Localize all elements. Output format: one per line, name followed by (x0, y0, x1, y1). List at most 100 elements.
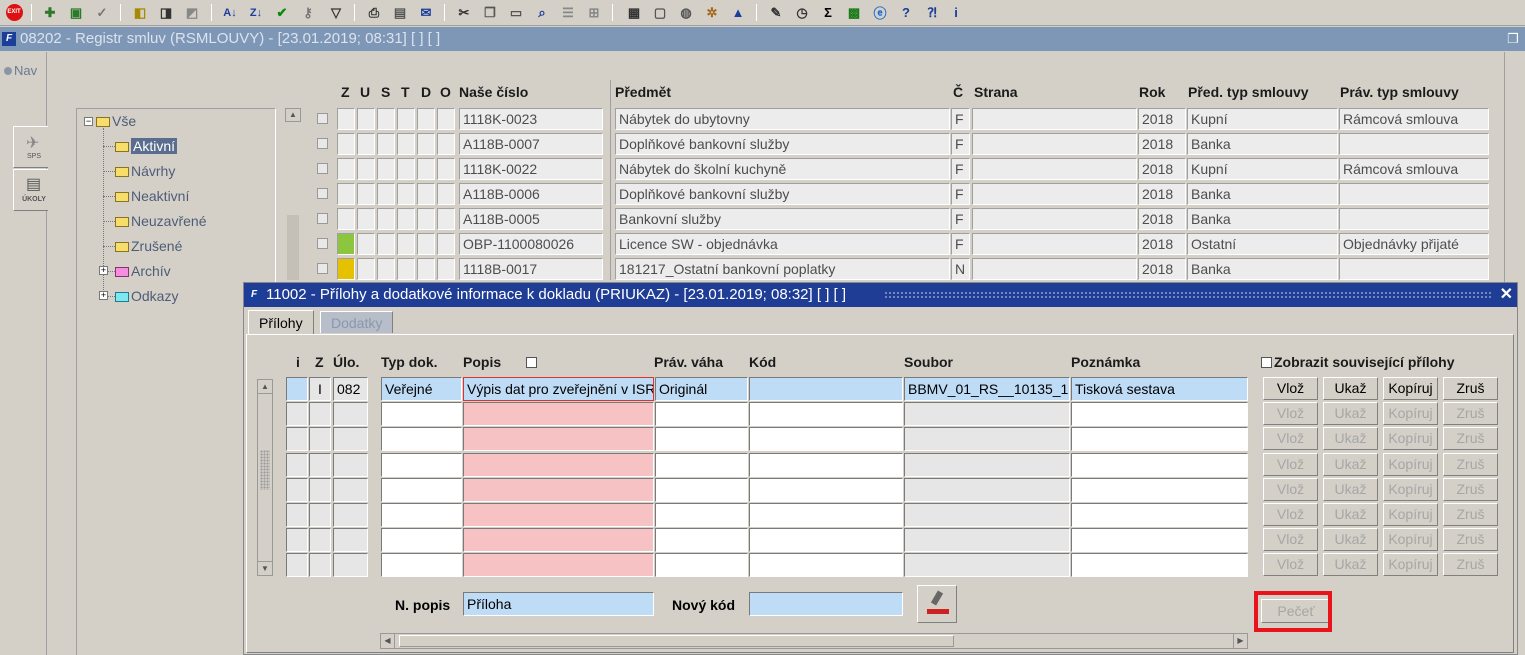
copy-button[interactable]: Kopíruj (1383, 402, 1438, 425)
show-button[interactable]: Ukaž (1323, 377, 1378, 400)
cell-pred-typ[interactable]: Banka (1187, 133, 1338, 155)
tree-item-aktivni[interactable]: Aktivní (115, 136, 178, 156)
cell-ulo[interactable] (333, 553, 368, 577)
cancel-button[interactable]: Zruš (1443, 402, 1498, 425)
scroll-right-icon[interactable]: ▶ (1233, 634, 1247, 648)
cell-kod[interactable] (749, 553, 903, 577)
cell-i[interactable] (286, 503, 308, 527)
info-icon[interactable]: i (946, 3, 966, 22)
cut-icon[interactable]: ✂ (454, 3, 474, 22)
cell-soubor[interactable]: BBMV_01_RS__10135_1 (904, 377, 1070, 401)
copy-button[interactable]: Kopíruj (1383, 503, 1438, 526)
collapse-icon[interactable]: − (84, 117, 93, 126)
cell-popis[interactable] (463, 402, 654, 426)
warning-icon[interactable]: ▲ (728, 3, 748, 22)
row-select-checkbox[interactable] (317, 188, 328, 199)
close-icon[interactable]: ✕ (1500, 283, 1513, 307)
cancel-button[interactable]: Zruš (1443, 453, 1498, 476)
cell-typ-dok[interactable] (381, 478, 462, 502)
help-icon[interactable]: ? (896, 3, 916, 22)
insert-button[interactable]: Vlož (1263, 453, 1318, 476)
scroll-thumb[interactable] (399, 635, 954, 647)
query-clear-icon[interactable]: ◩ (182, 3, 202, 22)
cell-kod[interactable] (749, 402, 903, 426)
cell-z[interactable]: I (309, 377, 331, 401)
exit-icon[interactable]: EXIT (4, 3, 24, 22)
scroll-left-icon[interactable]: ◀ (381, 634, 395, 648)
edit-icon[interactable]: ✎ (766, 3, 786, 22)
cell-ulo[interactable] (333, 478, 368, 502)
find-icon[interactable]: ⌕ (532, 3, 552, 22)
cell-pred-typ[interactable]: Banka (1187, 183, 1338, 205)
cell-rok[interactable]: 2018 (1138, 233, 1186, 255)
copy-button[interactable]: Kopíruj (1383, 553, 1438, 576)
print-preview-icon[interactable]: ▤ (390, 3, 410, 22)
cell-soubor[interactable] (904, 453, 1070, 477)
row-select-checkbox[interactable] (317, 238, 328, 249)
cell-popis[interactable] (463, 528, 654, 552)
cell-prav-typ[interactable] (1339, 208, 1489, 230)
cell-typ-dok[interactable] (381, 503, 462, 527)
cell-z[interactable] (309, 503, 331, 527)
show-button[interactable]: Ukaž (1323, 528, 1378, 551)
cell-i[interactable] (286, 402, 308, 426)
sort-desc-icon[interactable]: Z↓ (246, 3, 266, 22)
cell-pred-typ[interactable]: Banka (1187, 208, 1338, 230)
cancel-button[interactable]: Zruš (1443, 377, 1498, 400)
copy-button[interactable]: Kopíruj (1383, 478, 1438, 501)
excel-icon[interactable]: ▩ (844, 3, 864, 22)
scroll-down-icon[interactable]: ▼ (258, 561, 272, 575)
cell-strana[interactable] (972, 258, 1137, 280)
whats-this-icon[interactable]: ⁈ (922, 3, 942, 22)
cancel-button[interactable]: Zruš (1443, 503, 1498, 526)
cell-popis[interactable] (463, 478, 654, 502)
cell-nase-cislo[interactable]: 1118K-0022 (459, 158, 603, 180)
cell-c[interactable]: F (951, 233, 970, 255)
show-related-toggle[interactable]: Zobrazit související přílohy (1261, 354, 1454, 370)
cell-popis[interactable] (463, 453, 654, 477)
signature-button[interactable] (917, 585, 957, 623)
cell-strana[interactable] (972, 233, 1137, 255)
cell-strana[interactable] (972, 133, 1137, 155)
cell-i[interactable] (286, 377, 308, 401)
add-record-icon[interactable]: ✚ (40, 3, 60, 22)
cell-popis[interactable] (463, 503, 654, 527)
cell-prav-typ[interactable]: Objednávky přijaté (1339, 233, 1489, 255)
cell-prav-typ[interactable] (1339, 133, 1489, 155)
copy-button[interactable]: Kopíruj (1383, 528, 1438, 551)
popis-checkbox[interactable] (526, 357, 537, 368)
cell-nase-cislo[interactable]: OBP-1100080026 (459, 233, 603, 255)
insert-button[interactable]: Vlož (1263, 528, 1318, 551)
cell-popis[interactable] (463, 553, 654, 577)
confirm-icon[interactable]: ✔ (272, 3, 292, 22)
show-related-checkbox[interactable] (1261, 357, 1272, 368)
globe-icon[interactable]: ◍ (676, 3, 696, 22)
mail-icon[interactable]: ✉ (416, 3, 436, 22)
cell-prav-vaha[interactable] (655, 553, 748, 577)
filter-icon[interactable]: ▽ (326, 3, 346, 22)
cell-z[interactable] (309, 402, 331, 426)
dialog-vertical-scrollbar[interactable]: ▲ ▼ (257, 379, 273, 576)
copy-button[interactable]: Kopíruj (1383, 453, 1438, 476)
show-button[interactable]: Ukaž (1323, 453, 1378, 476)
cell-pred-typ[interactable]: Banka (1187, 258, 1338, 280)
cell-typ-dok[interactable]: Veřejné (381, 377, 462, 401)
paste-icon[interactable]: ▭ (506, 3, 526, 22)
cell-predmet[interactable]: Doplňkové bankovní služby (615, 133, 950, 155)
cell-soubor[interactable] (904, 427, 1070, 451)
cell-rok[interactable]: 2018 (1138, 208, 1186, 230)
cell-strana[interactable] (972, 183, 1137, 205)
tree-item-neuzavrene[interactable]: Neuzavřené (115, 211, 207, 231)
cell-pred-typ[interactable]: Ostatní (1187, 233, 1338, 255)
tab-dodatky[interactable]: Dodatky (320, 311, 394, 333)
cell-strana[interactable] (972, 208, 1137, 230)
cell-typ-dok[interactable] (381, 453, 462, 477)
clock-icon[interactable]: ◷ (792, 3, 812, 22)
cell-popis[interactable] (463, 427, 654, 451)
insert-button[interactable]: Vlož (1263, 553, 1318, 576)
cell-poznamka[interactable] (1071, 453, 1248, 477)
cell-prav-vaha[interactable] (655, 402, 748, 426)
cell-c[interactable]: F (951, 133, 970, 155)
insert-button[interactable]: Vlož (1263, 377, 1318, 400)
dialog-horizontal-scrollbar[interactable]: ◀ ▶ (380, 633, 1248, 649)
